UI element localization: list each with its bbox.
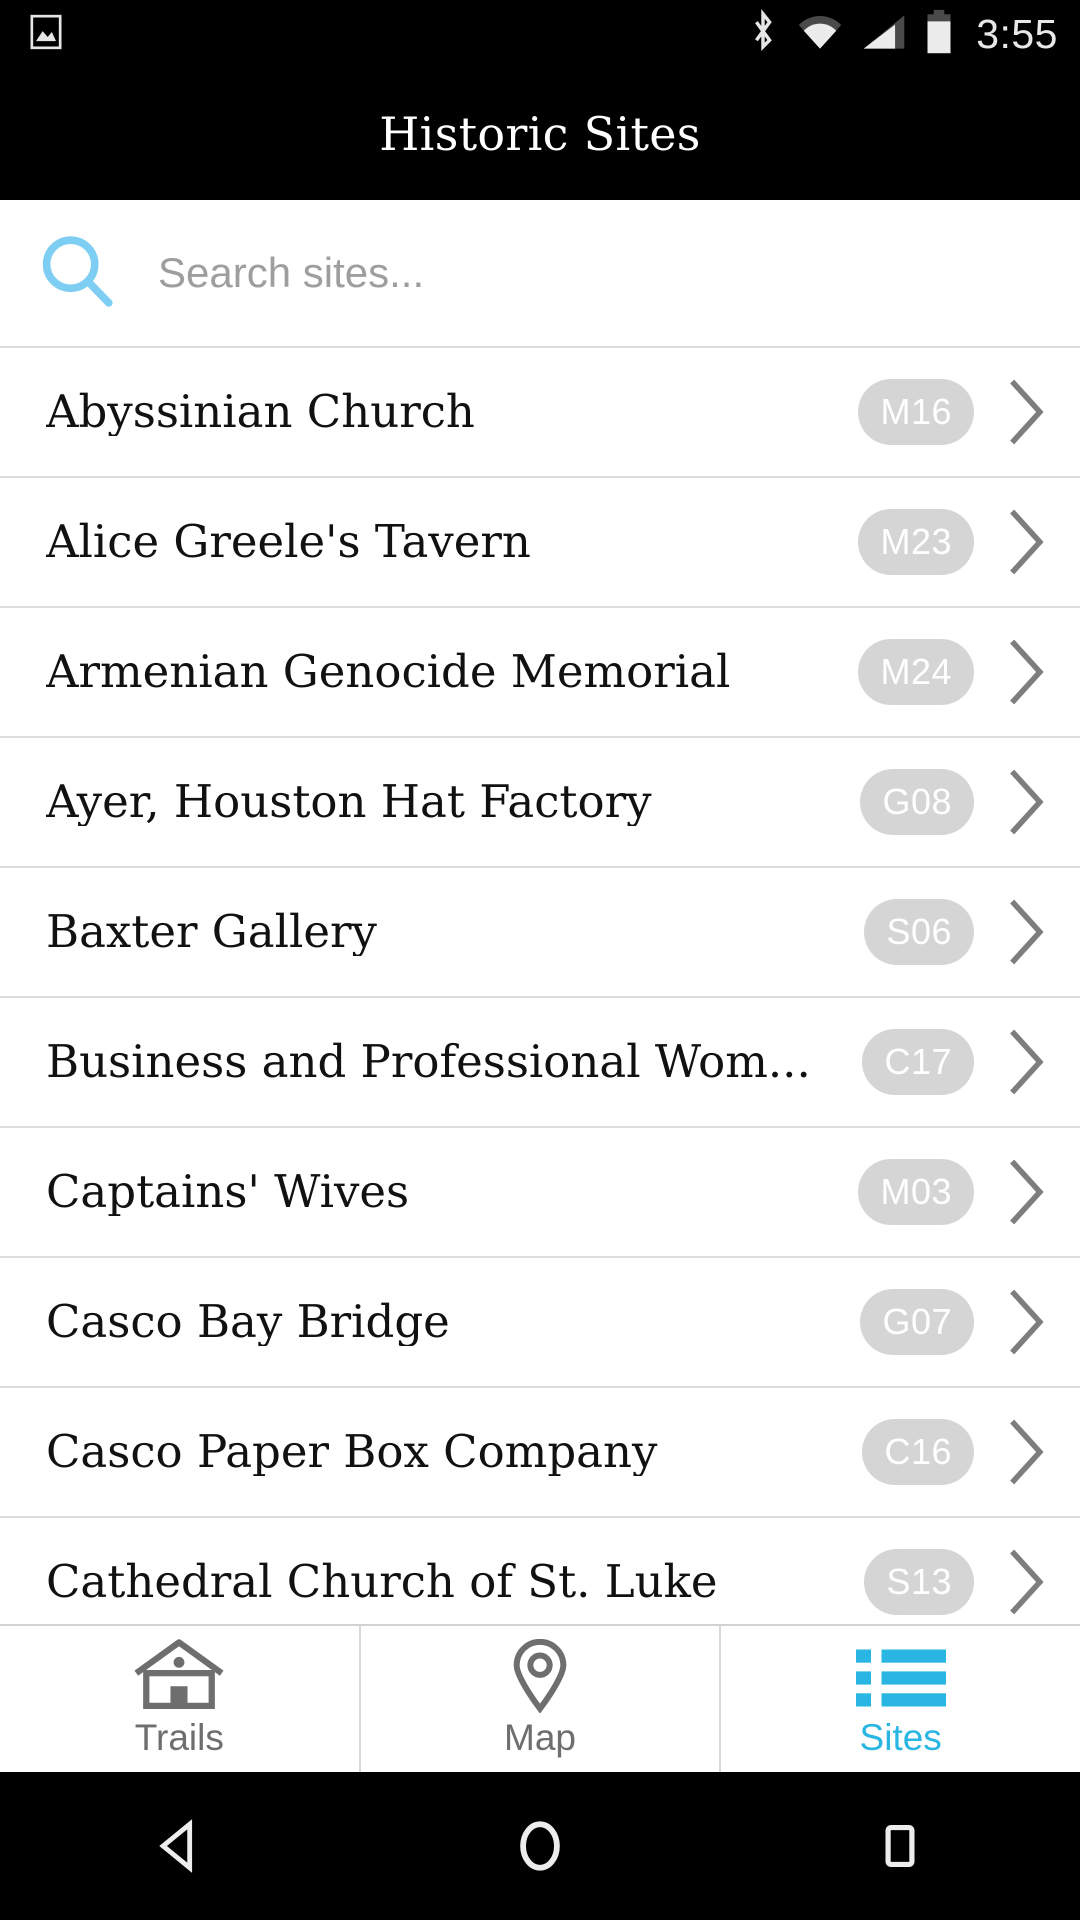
tab-label-trails: Trails [134, 1717, 224, 1758]
site-code-badge: M24 [858, 639, 974, 705]
list-item[interactable]: Casco Bay Bridge G07 [0, 1258, 1080, 1388]
site-name: Casco Paper Box Company [46, 1428, 658, 1476]
home-circle-icon[interactable] [465, 1796, 615, 1896]
list-item[interactable]: Baxter Gallery S06 [0, 868, 1080, 998]
site-name: Ayer, Houston Hat Factory [46, 778, 652, 826]
site-code-badge: M16 [858, 379, 974, 445]
list-item[interactable]: Armenian Genocide Memorial M24 [0, 608, 1080, 738]
search-bar[interactable] [0, 200, 1080, 348]
bluetooth-icon [746, 8, 780, 60]
status-bar-indicators: 3:55 [746, 8, 1058, 60]
chevron-right-icon[interactable] [996, 1546, 1056, 1618]
page-title: Historic Sites [379, 107, 701, 161]
site-code-badge: M23 [858, 509, 974, 575]
bottom-tab-bar: Trails Map Sites [0, 1624, 1080, 1772]
status-bar-clock: 3:55 [976, 10, 1058, 57]
chevron-right-icon[interactable] [996, 766, 1056, 838]
site-name: Cathedral Church of St. Luke [46, 1558, 718, 1606]
wifi-icon [796, 11, 844, 58]
house-icon [127, 1639, 231, 1713]
site-name: Business and Professional Wom... [46, 1038, 811, 1086]
tab-label-sites: Sites [859, 1717, 942, 1758]
battery-icon [924, 9, 954, 60]
tab-sites[interactable]: Sites [721, 1626, 1080, 1772]
phone-screen: 3:55 Historic Sites Abyssinian Church M16… [0, 0, 1080, 1920]
site-name: Captains' Wives [46, 1168, 410, 1216]
status-bar: 3:55 [0, 0, 1080, 68]
list-item[interactable]: Casco Paper Box Company C16 [0, 1388, 1080, 1518]
image-icon [26, 12, 66, 57]
site-code-badge: C17 [862, 1029, 974, 1095]
site-code-badge: C16 [862, 1419, 974, 1485]
cellular-signal-icon [860, 11, 908, 58]
site-code-badge: S13 [864, 1549, 974, 1615]
android-nav-bar [0, 1772, 1080, 1920]
list-item[interactable]: Abyssinian Church M16 [0, 348, 1080, 478]
back-triangle-icon[interactable] [105, 1796, 255, 1896]
search-input[interactable] [124, 249, 1048, 297]
site-name: Baxter Gallery [46, 908, 377, 956]
list-item[interactable]: Business and Professional Wom... C17 [0, 998, 1080, 1128]
list-icon [853, 1639, 949, 1713]
chevron-right-icon[interactable] [996, 1286, 1056, 1358]
list-item[interactable]: Ayer, Houston Hat Factory G08 [0, 738, 1080, 868]
chevron-right-icon[interactable] [996, 376, 1056, 448]
chevron-right-icon[interactable] [996, 1416, 1056, 1488]
site-code-badge: G08 [860, 769, 974, 835]
search-icon[interactable] [32, 227, 124, 319]
site-code-badge: S06 [864, 899, 974, 965]
site-name: Casco Bay Bridge [46, 1298, 450, 1346]
chevron-right-icon[interactable] [996, 1026, 1056, 1098]
chevron-right-icon[interactable] [996, 636, 1056, 708]
site-name: Alice Greele's Tavern [46, 518, 531, 566]
site-name: Abyssinian Church [46, 388, 475, 436]
chevron-right-icon[interactable] [996, 896, 1056, 968]
list-item[interactable]: Captains' Wives M03 [0, 1128, 1080, 1258]
recents-square-icon[interactable] [825, 1796, 975, 1896]
chevron-right-icon[interactable] [996, 1156, 1056, 1228]
site-code-badge: G07 [860, 1289, 974, 1355]
tab-map[interactable]: Map [361, 1626, 722, 1772]
chevron-right-icon[interactable] [996, 506, 1056, 578]
tab-label-map: Map [504, 1717, 576, 1758]
map-pin-icon [505, 1639, 575, 1713]
app-title-bar: Historic Sites [0, 68, 1080, 200]
tab-trails[interactable]: Trails [0, 1626, 361, 1772]
site-name: Armenian Genocide Memorial [46, 648, 731, 696]
list-item[interactable]: Alice Greele's Tavern M23 [0, 478, 1080, 608]
status-bar-notifications [26, 12, 66, 57]
site-code-badge: M03 [858, 1159, 974, 1225]
